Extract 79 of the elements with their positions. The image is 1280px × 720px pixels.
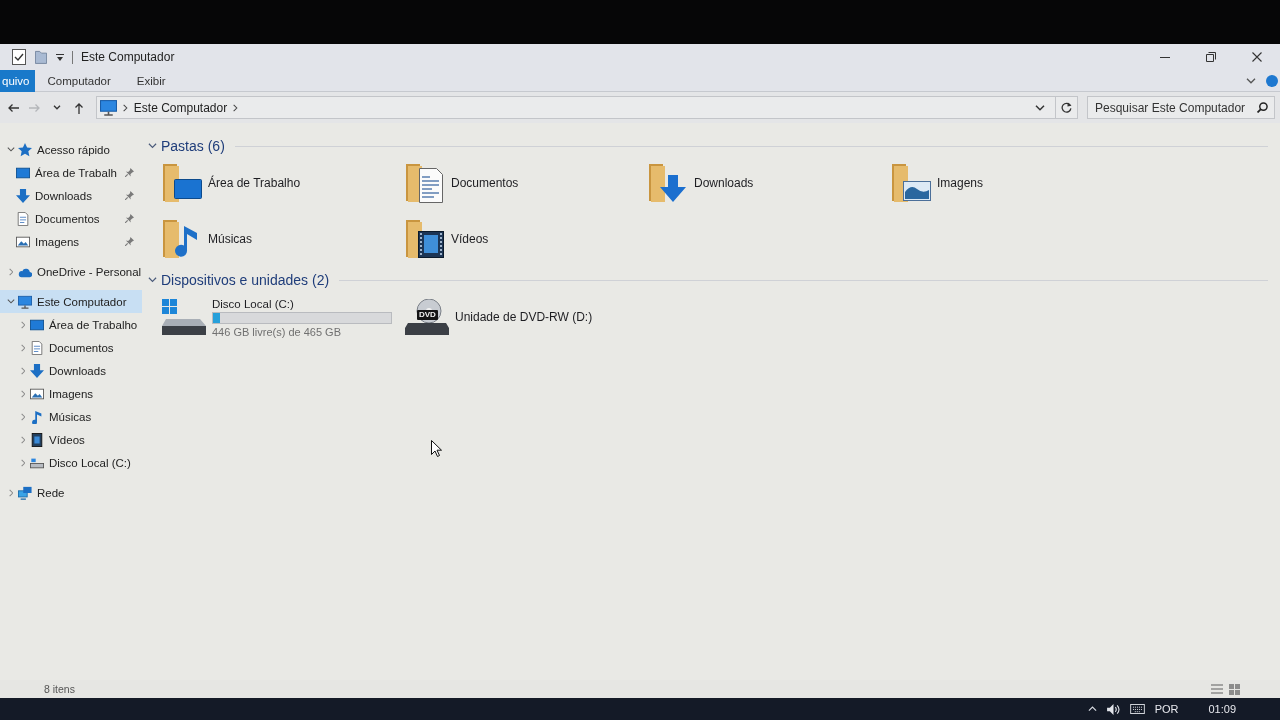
refresh-icon: [1061, 102, 1072, 113]
folder-item[interactable]: Downloads: [648, 155, 754, 211]
document-icon: [16, 211, 30, 226]
folder-item[interactable]: Área de Trabalho: [162, 155, 301, 211]
hard-drive-icon: [162, 299, 206, 335]
breadcrumb[interactable]: Este Computador: [133, 100, 228, 115]
nav-item[interactable]: Disco Local (C:): [0, 451, 142, 474]
back-arrow-icon: [7, 102, 19, 113]
folder-item[interactable]: Músicas: [162, 211, 252, 267]
music-note-icon: [30, 409, 44, 424]
chevron-up-icon[interactable]: [1087, 706, 1097, 712]
picture-icon: [16, 234, 30, 249]
input-language[interactable]: POR: [1154, 703, 1179, 715]
nav-item[interactable]: Acesso rápido: [0, 138, 142, 161]
chevron-right-icon: [233, 103, 238, 112]
ribbon-tab[interactable]: quivo: [0, 69, 35, 92]
chevron-down-icon[interactable]: [1246, 77, 1256, 84]
ribbon-tab[interactable]: Computador: [34, 69, 124, 92]
folder-icon[interactable]: [35, 50, 47, 64]
folder-item[interactable]: Vídeos: [405, 211, 489, 267]
close-icon: [1252, 52, 1262, 62]
nav-item[interactable]: Documentos: [0, 207, 142, 230]
mouse-pointer-icon: [431, 440, 442, 457]
speaker-icon[interactable]: [1106, 703, 1120, 715]
tick-box-icon[interactable]: [12, 49, 26, 65]
large-icons-view-icon[interactable]: [1229, 683, 1240, 695]
forward-arrow-icon: [29, 102, 41, 113]
circle-icon[interactable]: [1266, 74, 1278, 87]
status-text: 8 itens: [44, 683, 75, 695]
folder-item[interactable]: Imagens: [891, 155, 984, 211]
up-arrow-icon: [74, 101, 84, 114]
monitor-icon: [18, 294, 32, 309]
down-arrow-icon: [30, 363, 44, 378]
minimize-icon: [1160, 56, 1170, 58]
free-space-text: 446 GB livre(s) de 465 GB: [212, 326, 342, 338]
nav-item[interactable]: OneDrive - Personal: [0, 260, 142, 283]
nav-item[interactable]: Downloads: [0, 359, 142, 382]
nav-item[interactable]: Downloads: [0, 184, 142, 207]
document-icon: [30, 340, 44, 355]
keyboard-icon[interactable]: [1129, 704, 1145, 714]
film-icon: [30, 432, 44, 447]
window-title: Este Computador: [81, 50, 175, 64]
search-field[interactable]: Pesquisar Este Computador: [1087, 96, 1275, 119]
search-icon: [1257, 102, 1268, 113]
dropdown-icon[interactable]: [1035, 104, 1045, 111]
nav-item[interactable]: Este Computador: [0, 290, 142, 313]
desktop-folder-icon: [162, 163, 202, 203]
nav-item[interactable]: Imagens: [0, 382, 142, 405]
down-arrow-icon: [16, 188, 30, 203]
restore-icon: [1206, 52, 1216, 62]
documents-folder-icon: [405, 163, 445, 203]
downloads-folder-icon: [648, 163, 688, 203]
nav-item[interactable]: Área de Trabalho: [0, 313, 142, 336]
desktop-icon: [16, 165, 30, 180]
drive-name[interactable]: Disco Local (C:): [212, 298, 392, 310]
nav-item[interactable]: Documentos: [0, 336, 142, 359]
nav-item[interactable]: Músicas: [0, 405, 142, 428]
caret-icon[interactable]: [56, 53, 64, 61]
drive-name[interactable]: Unidade de DVD-RW (D:): [455, 310, 593, 324]
desktop-icon: [30, 317, 44, 332]
picture-icon: [30, 386, 44, 401]
videos-folder-icon: [405, 219, 445, 259]
network-icon: [18, 485, 32, 500]
nav-item[interactable]: Rede: [0, 481, 142, 504]
disc-label: DVD: [417, 310, 438, 320]
nav-item[interactable]: Vídeos: [0, 428, 142, 451]
chevron-right-icon: [123, 103, 128, 112]
ribbon-tab[interactable]: Exibir: [123, 69, 179, 92]
group-header[interactable]: Dispositivos e unidades (2): [146, 272, 332, 288]
address-bar[interactable]: Este Computador: [96, 96, 1078, 119]
pictures-folder-icon: [891, 163, 931, 203]
nav-item[interactable]: Imagens: [0, 230, 142, 253]
star-icon: [18, 142, 32, 157]
chevron-down-icon: [53, 105, 61, 110]
nav-item[interactable]: Área de Trabalh: [0, 161, 142, 184]
group-header[interactable]: Pastas (6): [146, 138, 227, 154]
clock[interactable]: 01:09: [1208, 703, 1236, 715]
monitor-icon: [100, 99, 117, 116]
folder-item[interactable]: Documentos: [405, 155, 519, 211]
